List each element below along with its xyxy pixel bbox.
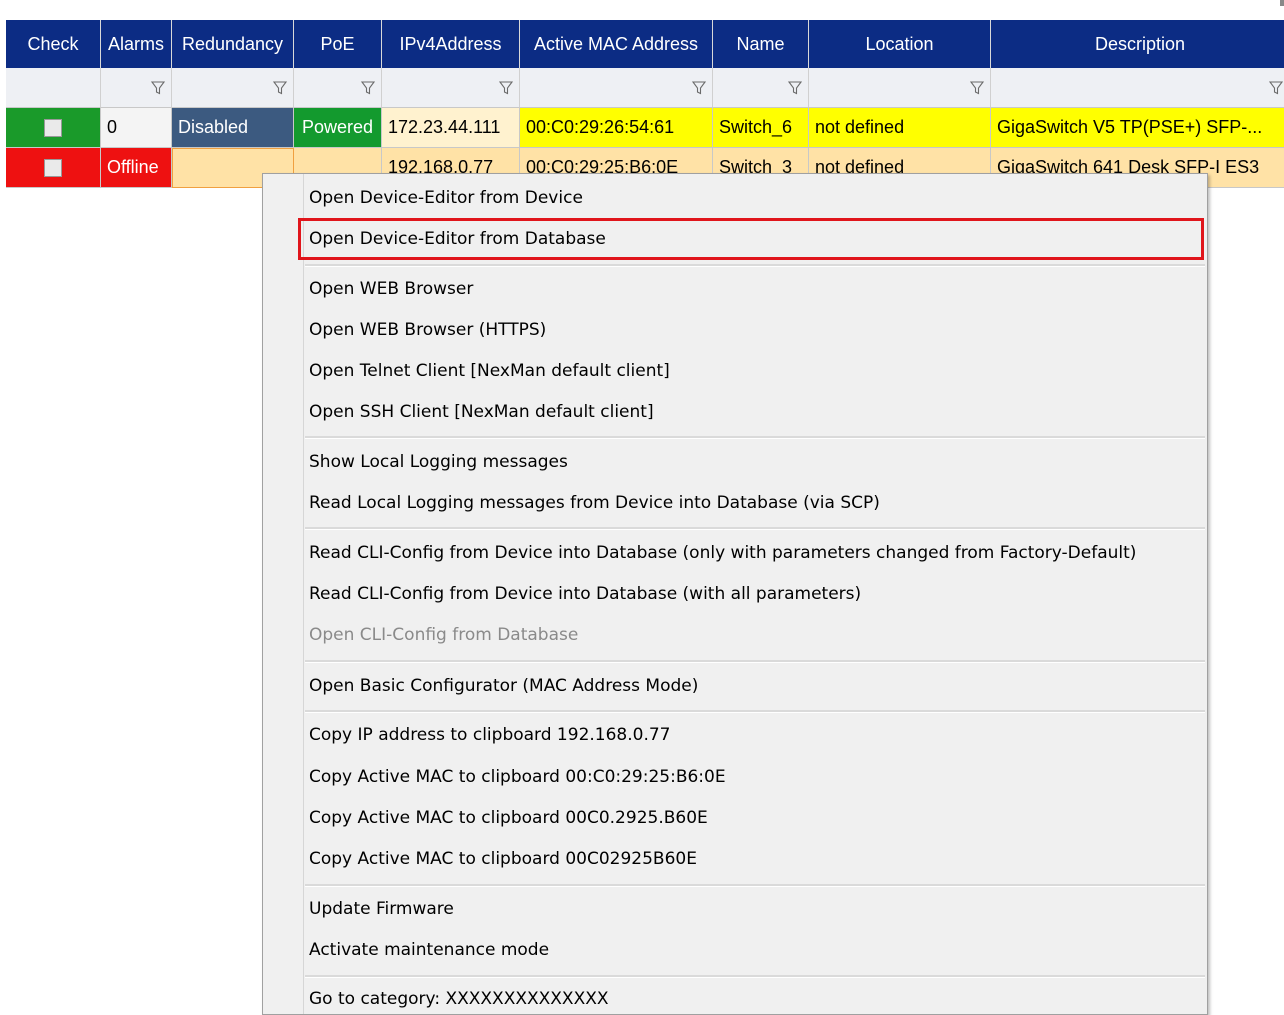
menu-item-copy-mac-colon[interactable]: Copy Active MAC to clipboard 00:C0:29:25…	[309, 762, 726, 792]
menu-item-open-ssh[interactable]: Open SSH Client [NexMan default client]	[309, 397, 654, 427]
filter-funnel-icon[interactable]	[499, 80, 513, 95]
menu-separator	[305, 710, 1205, 713]
row-check-cell[interactable]	[6, 148, 101, 188]
menu-item-open-editor-database[interactable]: Open Device-Editor from Database	[309, 224, 606, 254]
description-cell: GigaSwitch V5 TP(PSE+) SFP-...	[991, 108, 1284, 148]
filter-funnel-icon[interactable]	[970, 80, 984, 95]
table-row[interactable]: 0 Disabled Powered 172.23.44.111 00:C0:2…	[6, 108, 1284, 148]
menu-item-maintenance-mode[interactable]: Activate maintenance mode	[309, 935, 549, 965]
filter-cell-poe[interactable]	[294, 68, 382, 108]
filter-cell-alarms[interactable]	[101, 68, 172, 108]
menu-separator	[305, 884, 1205, 887]
grid-filter-row	[6, 68, 1284, 108]
mac-cell: 00:C0:29:26:54:61	[520, 108, 713, 148]
menu-item-copy-mac-dot[interactable]: Copy Active MAC to clipboard 00C0.2925.B…	[309, 803, 708, 833]
column-header-check[interactable]: Check	[6, 20, 101, 68]
menu-item-show-logging[interactable]: Show Local Logging messages	[309, 447, 568, 477]
filter-cell-redundancy[interactable]	[172, 68, 294, 108]
menu-separator	[305, 436, 1205, 439]
menu-item-open-telnet[interactable]: Open Telnet Client [NexMan default clien…	[309, 356, 670, 386]
menu-item-open-cli-config: Open CLI-Config from Database	[309, 625, 579, 645]
row-check-cell[interactable]	[6, 108, 101, 148]
filter-cell-description[interactable]	[991, 68, 1284, 108]
redundancy-cell: Disabled	[172, 108, 294, 148]
menu-item-copy-ip[interactable]: Copy IP address to clipboard 192.168.0.7…	[309, 720, 671, 750]
filter-cell-mac[interactable]	[520, 68, 713, 108]
menu-separator	[305, 660, 1205, 663]
ipv4-cell: 172.23.44.111	[382, 108, 520, 148]
column-header-alarms[interactable]: Alarms	[101, 20, 172, 68]
filter-cell-name[interactable]	[713, 68, 809, 108]
column-header-mac[interactable]: Active MAC Address	[520, 20, 713, 68]
menu-item-read-cli-changed[interactable]: Read CLI-Config from Device into Databas…	[309, 538, 1136, 568]
filter-cell-location[interactable]	[809, 68, 991, 108]
menu-item-update-firmware[interactable]: Update Firmware	[309, 894, 454, 924]
menu-item-open-web-browser[interactable]: Open WEB Browser	[309, 274, 473, 304]
poe-cell: Powered	[294, 108, 382, 148]
menu-separator	[305, 527, 1205, 530]
filter-funnel-icon[interactable]	[788, 80, 802, 95]
alarms-cell: Offline	[101, 148, 172, 188]
column-header-poe[interactable]: PoE	[294, 20, 382, 68]
device-grid: Check Alarms Redundancy PoE IPv4Address …	[6, 20, 1284, 188]
menu-item-read-logging[interactable]: Read Local Logging messages from Device …	[309, 488, 880, 518]
menu-item-open-web-browser-https[interactable]: Open WEB Browser (HTTPS)	[309, 315, 546, 345]
filter-funnel-icon[interactable]	[273, 80, 287, 95]
column-header-redundancy[interactable]: Redundancy	[172, 20, 294, 68]
name-cell: Switch_6	[713, 108, 809, 148]
grid-header-row: Check Alarms Redundancy PoE IPv4Address …	[6, 20, 1284, 68]
row-checkbox[interactable]	[44, 158, 62, 177]
menu-item-copy-mac-plain[interactable]: Copy Active MAC to clipboard 00C02925B60…	[309, 844, 697, 874]
menu-item-read-cli-all[interactable]: Read CLI-Config from Device into Databas…	[309, 579, 861, 609]
column-header-name[interactable]: Name	[713, 20, 809, 68]
alarms-cell: 0	[101, 108, 172, 148]
column-header-location[interactable]: Location	[809, 20, 991, 68]
location-cell: not defined	[809, 108, 991, 148]
menu-item-open-editor-device[interactable]: Open Device-Editor from Device	[309, 183, 583, 213]
menu-item-go-to-category[interactable]: Go to category: XXXXXXXXXXXXXX	[309, 984, 609, 1014]
window-corner-mark	[1280, 0, 1284, 6]
menu-separator	[305, 264, 1205, 267]
filter-cell-check	[6, 68, 101, 108]
column-header-description[interactable]: Description	[991, 20, 1284, 68]
column-header-ipv4[interactable]: IPv4Address	[382, 20, 520, 68]
filter-funnel-icon[interactable]	[361, 80, 375, 95]
row-checkbox[interactable]	[44, 118, 62, 137]
filter-funnel-icon[interactable]	[1269, 80, 1283, 95]
filter-cell-ipv4[interactable]	[382, 68, 520, 108]
menu-item-basic-configurator[interactable]: Open Basic Configurator (MAC Address Mod…	[309, 671, 698, 701]
menu-separator	[305, 975, 1205, 978]
context-menu: Open Device-Editor from Device Open Devi…	[262, 173, 1208, 1015]
filter-funnel-icon[interactable]	[151, 80, 165, 95]
filter-funnel-icon[interactable]	[692, 80, 706, 95]
